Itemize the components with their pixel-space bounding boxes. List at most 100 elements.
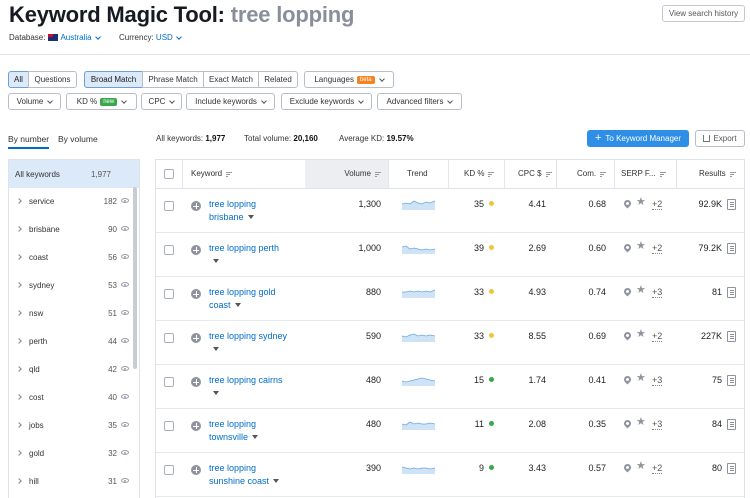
caret-down-icon[interactable] bbox=[213, 259, 219, 263]
row-checkbox[interactable] bbox=[164, 333, 174, 343]
serp-features-more[interactable]: +2 bbox=[652, 243, 663, 254]
add-to-list-icon[interactable] bbox=[191, 333, 201, 343]
header-kd[interactable]: KD % bbox=[464, 160, 495, 188]
serp-features-more[interactable]: +2 bbox=[652, 331, 663, 342]
header-volume[interactable]: Volume bbox=[305, 160, 388, 188]
view-search-history-button[interactable]: View search history bbox=[662, 5, 745, 22]
header-keyword[interactable]: Keyword bbox=[191, 160, 233, 188]
languages-dropdown[interactable]: Languages beta bbox=[304, 71, 394, 88]
serp-document-icon[interactable] bbox=[727, 243, 736, 254]
serp-document-icon[interactable] bbox=[727, 199, 736, 210]
eye-icon[interactable] bbox=[121, 226, 129, 231]
keyword-link[interactable]: tree lopping gold coast bbox=[209, 286, 304, 312]
add-to-list-icon[interactable] bbox=[191, 201, 201, 211]
tab-related[interactable]: Related bbox=[258, 71, 298, 88]
serp-features-more[interactable]: +3 bbox=[652, 419, 663, 430]
eye-icon[interactable] bbox=[121, 394, 129, 399]
serp-features-more[interactable]: +3 bbox=[652, 375, 663, 386]
sidebar-item-all-keywords[interactable]: All keywords 1,977 bbox=[9, 160, 139, 188]
include-keywords-filter[interactable]: Include keywords bbox=[186, 93, 275, 110]
table-row: tree lopping gold coast 880 33 4.93 0.74 ★ +3 81 bbox=[156, 277, 744, 321]
row-checkbox[interactable] bbox=[164, 421, 174, 431]
export-button[interactable]: Export bbox=[695, 130, 745, 147]
keyword-link[interactable]: tree lopping brisbane bbox=[209, 198, 304, 224]
keyword-link[interactable]: tree lopping perth bbox=[209, 242, 304, 268]
row-checkbox[interactable] bbox=[164, 465, 174, 475]
header-results[interactable]: Results bbox=[699, 160, 736, 188]
serp-features-more[interactable]: +2 bbox=[652, 463, 663, 474]
sidebar-item-coast[interactable]: coast 56 bbox=[9, 244, 139, 272]
caret-down-icon[interactable] bbox=[213, 347, 219, 351]
serp-document-icon[interactable] bbox=[727, 331, 736, 342]
header-serp[interactable]: SERP F... bbox=[621, 160, 666, 188]
sidebar-scrollbar[interactable] bbox=[133, 187, 137, 369]
row-checkbox[interactable] bbox=[164, 245, 174, 255]
eye-icon[interactable] bbox=[121, 338, 129, 343]
cpc-filter[interactable]: CPC bbox=[141, 93, 182, 110]
eye-icon[interactable] bbox=[121, 282, 129, 287]
row-checkbox[interactable] bbox=[164, 289, 174, 299]
sidebar-item-perth[interactable]: perth 44 bbox=[9, 328, 139, 356]
tab-phrase-match[interactable]: Phrase Match bbox=[142, 71, 204, 88]
sidebar-item-service[interactable]: service 182 bbox=[9, 188, 139, 216]
serp-document-icon[interactable] bbox=[727, 463, 736, 474]
tab-by-volume[interactable]: By volume bbox=[58, 134, 98, 144]
serp-document-icon[interactable] bbox=[727, 375, 736, 386]
sidebar-item-sydney[interactable]: sydney 53 bbox=[9, 272, 139, 300]
keyword-link[interactable]: tree lopping sydney bbox=[209, 330, 304, 356]
kd-cell: 39 bbox=[473, 243, 484, 253]
caret-down-icon[interactable] bbox=[252, 435, 259, 439]
eye-icon[interactable] bbox=[121, 478, 129, 483]
results-cell: 81 bbox=[711, 287, 722, 297]
keyword-link[interactable]: tree lopping townsville bbox=[209, 418, 304, 444]
com-cell: 0.74 bbox=[588, 287, 606, 297]
add-to-list-icon[interactable] bbox=[191, 245, 201, 255]
add-to-list-icon[interactable] bbox=[191, 377, 201, 387]
header-com[interactable]: Com. bbox=[577, 160, 607, 188]
add-to-list-icon[interactable] bbox=[191, 421, 201, 431]
tab-broad-match[interactable]: Broad Match bbox=[84, 71, 143, 88]
sort-icon bbox=[545, 171, 552, 177]
caret-down-icon[interactable] bbox=[247, 215, 254, 219]
sidebar-item-gold[interactable]: gold 32 bbox=[9, 440, 139, 468]
select-all-checkbox[interactable] bbox=[164, 169, 174, 179]
eye-icon[interactable] bbox=[121, 254, 129, 259]
tab-all[interactable]: All bbox=[8, 71, 29, 88]
volume-filter[interactable]: Volume bbox=[8, 93, 61, 110]
serp-document-icon[interactable] bbox=[727, 419, 736, 430]
row-checkbox[interactable] bbox=[164, 201, 174, 211]
sidebar-item-jobs[interactable]: jobs 35 bbox=[9, 412, 139, 440]
caret-down-icon[interactable] bbox=[213, 391, 219, 395]
keyword-link[interactable]: tree lopping cairns bbox=[209, 374, 304, 400]
header-cpc[interactable]: CPC $ bbox=[518, 160, 552, 188]
currency-selector[interactable]: Currency: USD bbox=[119, 33, 182, 42]
kd-filter[interactable]: KD % new bbox=[66, 93, 137, 110]
eye-icon[interactable] bbox=[121, 310, 129, 315]
serp-features-more[interactable]: +2 bbox=[652, 199, 663, 210]
exclude-keywords-filter[interactable]: Exclude keywords bbox=[281, 93, 372, 110]
eye-icon[interactable] bbox=[121, 366, 129, 371]
to-keyword-manager-button[interactable]: + To Keyword Manager bbox=[587, 130, 689, 147]
database-selector[interactable]: Database: Australia bbox=[9, 33, 101, 42]
keyword-link[interactable]: tree lopping sunshine coast bbox=[209, 462, 304, 488]
eye-icon[interactable] bbox=[121, 450, 129, 455]
serp-document-icon[interactable] bbox=[727, 287, 736, 298]
caret-down-icon[interactable] bbox=[273, 479, 280, 483]
tab-by-number[interactable]: By number bbox=[8, 134, 49, 144]
eye-icon[interactable] bbox=[121, 422, 129, 427]
advanced-filters[interactable]: Advanced filters bbox=[377, 93, 462, 110]
row-checkbox[interactable] bbox=[164, 377, 174, 387]
tab-exact-match[interactable]: Exact Match bbox=[203, 71, 259, 88]
sidebar-item-hill[interactable]: hill 31 bbox=[9, 468, 139, 496]
sidebar-item-nsw[interactable]: nsw 51 bbox=[9, 300, 139, 328]
sidebar-item-qld[interactable]: qld 42 bbox=[9, 356, 139, 384]
add-to-list-icon[interactable] bbox=[191, 465, 201, 475]
eye-icon[interactable] bbox=[121, 198, 129, 203]
trend-sparkline bbox=[402, 466, 435, 474]
add-to-list-icon[interactable] bbox=[191, 289, 201, 299]
tab-questions[interactable]: Questions bbox=[28, 71, 77, 88]
sidebar-item-cost[interactable]: cost 40 bbox=[9, 384, 139, 412]
caret-down-icon[interactable] bbox=[234, 303, 241, 307]
serp-features-more[interactable]: +3 bbox=[652, 287, 663, 298]
sidebar-item-brisbane[interactable]: brisbane 90 bbox=[9, 216, 139, 244]
